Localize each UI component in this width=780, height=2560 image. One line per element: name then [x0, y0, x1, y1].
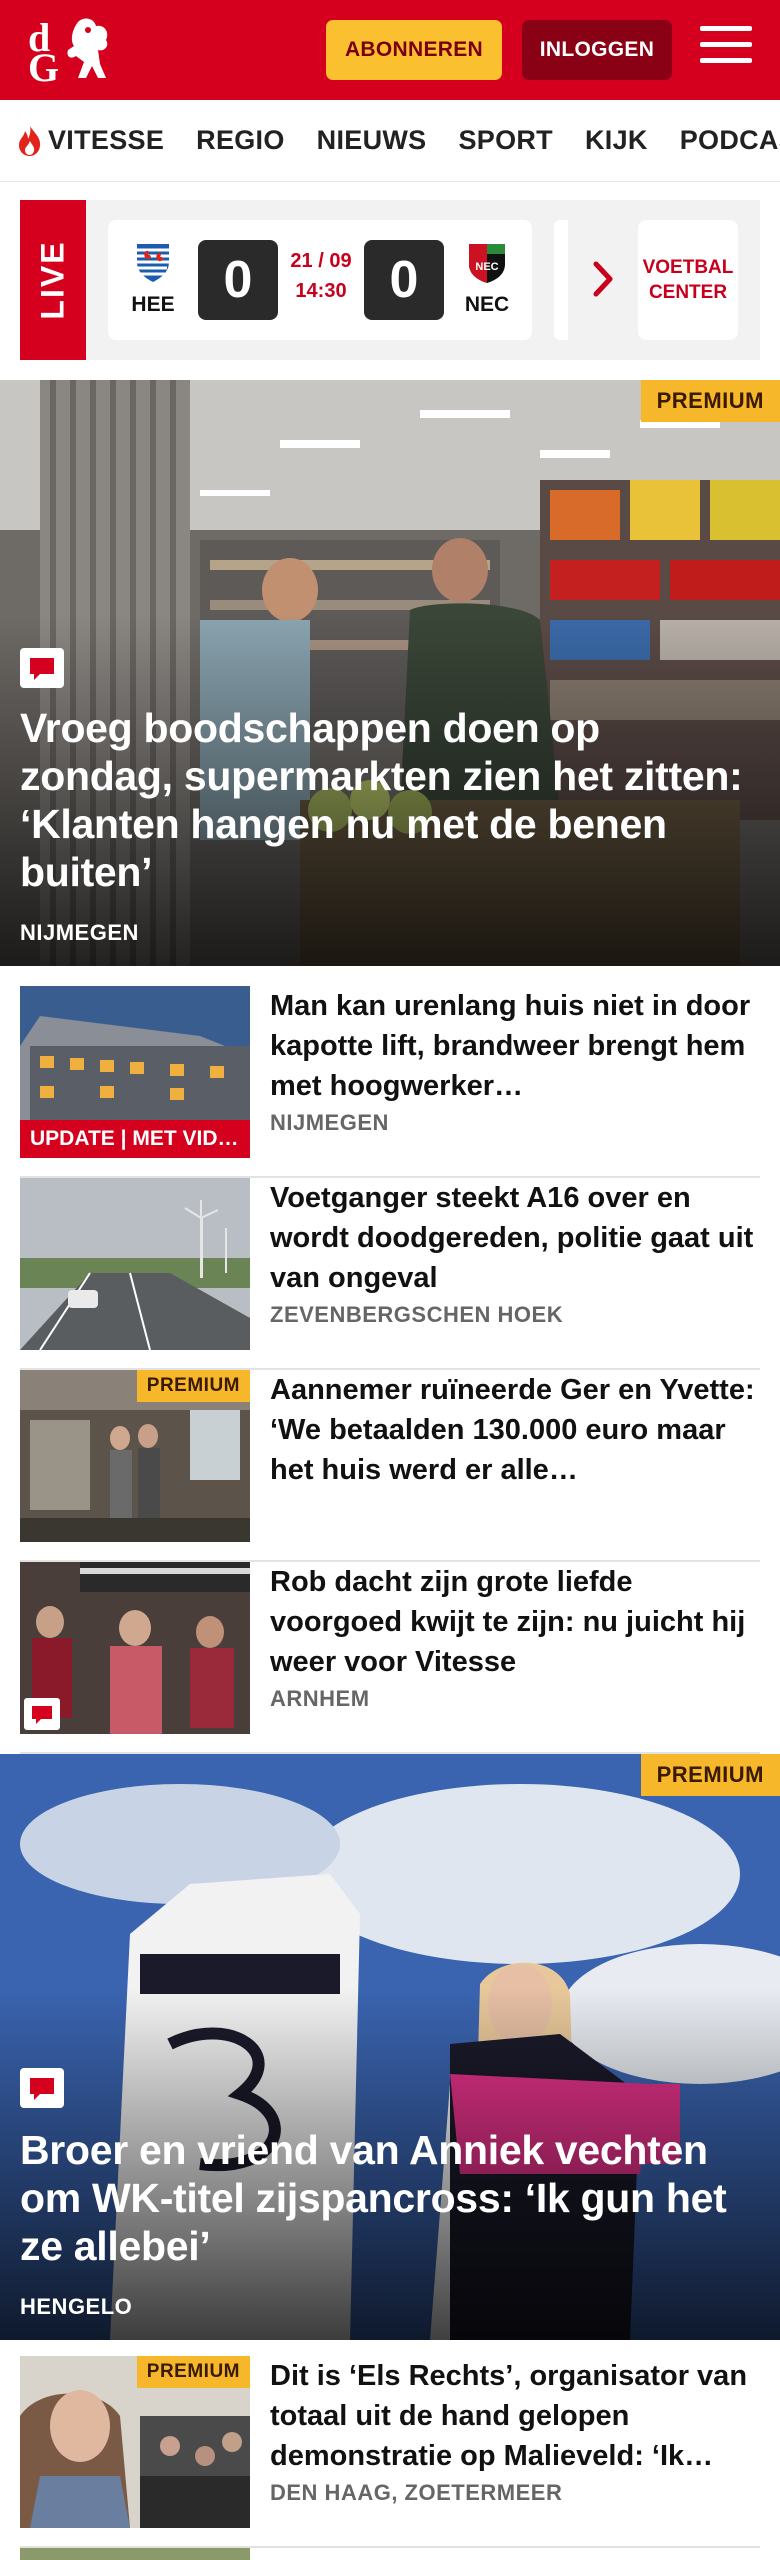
comment-icon [20, 648, 64, 688]
home-team-abbr: HEE [131, 293, 175, 316]
voetbal-center-link[interactable]: VOETBAL CENTER [638, 220, 738, 340]
premium-badge: PREMIUM [136, 2356, 250, 2388]
horse-emblem-icon [67, 18, 108, 78]
nav-item-nieuws[interactable]: NIEUWS [317, 125, 427, 156]
nav-item-vitesse[interactable]: VITESSE [16, 125, 164, 157]
list-item[interactable]: PREMIUM Dit is ‘Els Rechts’, organisator… [20, 2356, 760, 2548]
article-thumbnail: PREMIUM [20, 2356, 250, 2528]
article-location: NIJMEGEN [270, 1110, 389, 1135]
away-score: 0 [364, 240, 444, 320]
article-thumbnail: UPDATE | MET VID… [20, 986, 250, 1158]
live-label: LIVE [34, 240, 71, 320]
nav-label-vitesse: VITESSE [48, 125, 165, 155]
article-location: ARNHEM [270, 1686, 370, 1711]
article-title[interactable]: Man kan urenlang huis niet in door kapot… [270, 986, 760, 1106]
article-thumbnail [20, 1562, 250, 1734]
heerenveen-crest-icon [137, 244, 169, 282]
nav-item-regio[interactable]: REGIO [196, 125, 285, 156]
premium-badge: PREMIUM [640, 1754, 780, 1796]
article-location: ZEVENBERGSCHEN HOEK [270, 1302, 564, 1327]
home-score: 0 [198, 240, 278, 320]
scoreboard-divider [554, 220, 568, 340]
hamburger-menu-icon[interactable] [700, 26, 752, 72]
comment-icon [20, 2068, 64, 2108]
hero-article-supermarket[interactable]: PREMIUM Vroeg boodschappen doen op zonda… [0, 380, 780, 966]
nav-item-kijk[interactable]: KIJK [585, 125, 648, 156]
subscribe-button[interactable]: ABONNEREN [326, 20, 502, 80]
premium-badge: PREMIUM [136, 1370, 250, 1402]
svg-text:NEC: NEC [475, 261, 498, 273]
list-item[interactable]: Voetganger steekt A16 over en wordt dood… [20, 1178, 760, 1370]
match-time: 14:30 [295, 280, 347, 302]
hero-location: HENGELO [20, 2294, 133, 2319]
list-item[interactable]: UPDATE | MET VID… Man kan urenlang huis … [20, 986, 760, 1178]
away-team-abbr: NEC [464, 293, 510, 316]
login-button[interactable]: INLOGGEN [522, 20, 672, 80]
away-team: NEC NEC [462, 240, 512, 317]
hero-article-sidecarcross[interactable]: PREMIUM Broer en vriend van Anniek vecht… [0, 1754, 780, 2340]
article-location: DEN HAAG, ZOETERMEER [270, 2480, 563, 2505]
match-card[interactable]: HEE 0 21 / 09 14:30 0 NEC NEC [108, 220, 532, 340]
update-label: UPDATE | MET VID… [20, 1120, 250, 1158]
hero-title[interactable]: Vroeg boodschappen doen op zondag, super… [20, 704, 760, 896]
chevron-right-icon[interactable] [592, 260, 616, 298]
article-thumbnail: PREMIUM [20, 1370, 250, 1542]
hero-location: NIJMEGEN [20, 920, 139, 945]
kickoff-info: 21 / 09 14:30 [286, 246, 356, 306]
nav-item-podcast[interactable]: PODCAST [680, 125, 780, 156]
hero-title[interactable]: Broer en vriend van Anniek vechten om WK… [20, 2126, 760, 2270]
article-title[interactable]: Rob dacht zijn grote liefde voorgoed kwi… [270, 1562, 760, 1682]
match-date: 21 / 09 [290, 250, 352, 272]
list-item[interactable]: PREMIUM Aannemer ruïneerde Ger en Yvette… [20, 1370, 760, 1562]
live-scoreboard: LIVE HEE 0 21 / 09 14:30 0 NEC NEC VOETB… [20, 200, 760, 360]
comment-icon [24, 1698, 60, 1730]
nav-item-sport[interactable]: SPORT [458, 125, 553, 156]
article-title[interactable]: Aannemer ruïneerde Ger en Yvette: ‘We be… [270, 1370, 760, 1490]
list-item[interactable]: Rob dacht zijn grote liefde voorgoed kwi… [20, 1562, 760, 1754]
brand-logo[interactable]: d G [20, 14, 116, 90]
home-team: HEE [128, 240, 178, 317]
live-tag: LIVE [20, 200, 86, 360]
flame-icon [19, 125, 41, 156]
premium-badge: PREMIUM [640, 380, 780, 422]
article-title[interactable]: Dit is ‘Els Rechts’, organisator van tot… [270, 2356, 760, 2476]
logo-letter-g: G [28, 45, 60, 90]
main-nav: VITESSE REGIO NIEUWS SPORT KIJK PODCAST [0, 100, 780, 182]
next-article-thumbnail-peek [20, 2548, 250, 2560]
top-bar: d G ABONNEREN INLOGGEN [0, 0, 780, 100]
article-title[interactable]: Voetganger steekt A16 over en wordt dood… [270, 1178, 760, 1298]
article-thumbnail [20, 1178, 250, 1350]
nec-crest-icon: NEC [469, 244, 505, 283]
